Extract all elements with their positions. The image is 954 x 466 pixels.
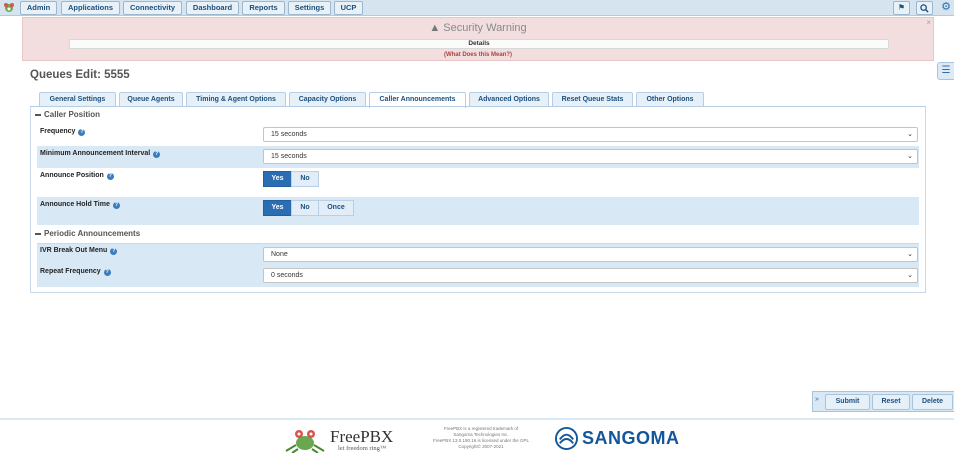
chevron-down-icon: ⌄ (907, 153, 913, 160)
freepbx-logo-text: FreePBX (330, 427, 394, 446)
help-icon[interactable]: ? (103, 268, 111, 276)
announce-hold-no[interactable]: No (291, 200, 319, 216)
frequency-label: Frequency? (40, 128, 86, 136)
security-warning-banner: × ▲ Security Warning Details (What Does … (22, 17, 934, 61)
gear-icon[interactable]: ⚙ (939, 1, 953, 15)
reset-button[interactable]: Reset (872, 394, 910, 410)
tab-advanced-options[interactable]: Advanced Options (469, 92, 549, 107)
freepbx-tagline: let freedom ring™ (338, 445, 387, 452)
tab-other-options[interactable]: Other Options (636, 92, 704, 107)
repeat-frequency-select[interactable]: 0 seconds ⌄ (263, 268, 918, 283)
nav-connectivity[interactable]: Connectivity (123, 1, 182, 15)
min-interval-row: Minimum Announcement Interval? 15 second… (37, 146, 919, 168)
nav-admin[interactable]: Admin (20, 1, 57, 15)
frequency-row: Frequency? 15 seconds ⌄ (37, 124, 919, 146)
nav-dashboard[interactable]: Dashboard (186, 1, 239, 15)
announce-position-radio-group: Yes No (263, 171, 319, 187)
nav-settings[interactable]: Settings (288, 1, 331, 15)
tab-timing-agent-options[interactable]: Timing & Agent Options (186, 92, 286, 107)
collapse-icon[interactable] (35, 232, 41, 235)
list-toggle-icon[interactable]: ☰ (937, 62, 954, 80)
delete-button[interactable]: Delete (912, 394, 953, 410)
min-interval-select[interactable]: 15 seconds ⌄ (263, 149, 918, 164)
top-nav-bar: Admin Applications Connectivity Dashboar… (0, 0, 954, 16)
action-bar: » Submit Reset Delete (812, 391, 954, 412)
announce-hold-label: Announce Hold Time? (40, 201, 120, 209)
chevron-down-icon: ⌄ (907, 272, 913, 279)
page-title: Queues Edit: 5555 (30, 69, 130, 81)
sangoma-logo-icon (555, 427, 578, 450)
help-icon[interactable]: ? (153, 150, 161, 158)
warning-triangle-icon: ▲ (429, 22, 441, 34)
section-caller-position[interactable]: Caller Position (35, 110, 100, 119)
tab-queue-agents[interactable]: Queue Agents (119, 92, 183, 107)
collapse-actions-icon[interactable]: » (815, 396, 819, 403)
warning-title: ▲ Security Warning (429, 22, 527, 34)
repeat-frequency-row: Repeat Frequency? 0 seconds ⌄ (37, 265, 919, 287)
announce-position-yes[interactable]: Yes (263, 171, 292, 187)
tab-general-settings[interactable]: General Settings (39, 92, 116, 107)
announce-position-row: Announce Position? Yes No (37, 168, 919, 196)
legal-text: FreePBX is a registered trademark of San… (432, 426, 530, 449)
announce-hold-row: Announce Hold Time? Yes No Once (37, 197, 919, 225)
tab-capacity-options[interactable]: Capacity Options (289, 92, 366, 107)
submit-button[interactable]: Submit (825, 394, 870, 410)
announce-hold-radio-group: Yes No Once (263, 200, 354, 216)
announce-hold-yes[interactable]: Yes (263, 200, 292, 216)
nav-ucp[interactable]: UCP (334, 1, 363, 15)
freepbx-frog-icon[interactable] (2, 1, 16, 15)
frequency-select[interactable]: 15 seconds ⌄ (263, 127, 918, 142)
nav-applications[interactable]: Applications (61, 1, 120, 15)
warning-info-link[interactable]: (What Does this Mean?) (23, 52, 933, 58)
help-icon[interactable]: ? (110, 247, 118, 255)
tab-reset-queue-stats[interactable]: Reset Queue Stats (552, 92, 633, 107)
repeat-frequency-label: Repeat Frequency? (40, 268, 111, 276)
flag-icon[interactable]: ⚑ (893, 1, 910, 15)
announce-hold-once[interactable]: Once (318, 200, 354, 216)
freepbx-frog-icon (285, 430, 325, 453)
ivr-break-row: IVR Break Out Menu? None ⌄ (37, 243, 919, 265)
announce-position-label: Announce Position? (40, 172, 114, 180)
min-interval-label: Minimum Announcement Interval? (40, 150, 161, 158)
chevron-down-icon: ⌄ (907, 131, 913, 138)
ivr-break-select[interactable]: None ⌄ (263, 247, 918, 262)
collapse-icon[interactable] (35, 113, 41, 116)
sangoma-logo-text: SANGOMA (582, 428, 680, 448)
chevron-down-icon: ⌄ (907, 251, 913, 258)
nav-reports[interactable]: Reports (242, 1, 285, 15)
search-icon[interactable] (916, 1, 933, 15)
help-icon[interactable]: ? (106, 172, 114, 180)
warning-details-button[interactable]: Details (69, 39, 889, 49)
section-periodic-announcements[interactable]: Periodic Announcements (35, 229, 140, 238)
announce-position-no[interactable]: No (291, 171, 319, 187)
ivr-break-label: IVR Break Out Menu? (40, 247, 118, 255)
help-icon[interactable]: ? (112, 201, 120, 209)
help-icon[interactable]: ? (78, 128, 86, 136)
